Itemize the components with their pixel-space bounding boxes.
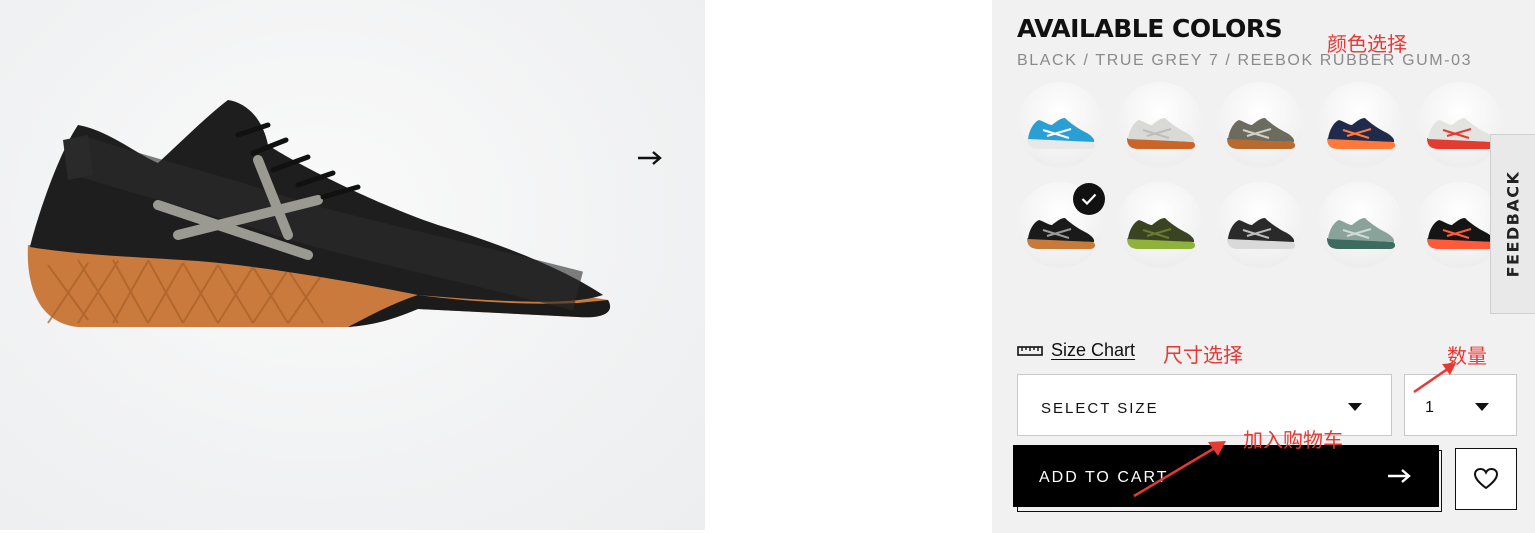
color-swatch[interactable] xyxy=(1217,82,1303,168)
color-swatch[interactable] xyxy=(1217,182,1303,268)
chevron-down-icon xyxy=(1348,403,1362,411)
annotation-arrow-icon xyxy=(1133,441,1226,498)
annotation-size-choice: 尺寸选择 xyxy=(1163,343,1243,367)
color-swatch[interactable] xyxy=(1117,82,1203,168)
product-options-panel: AVAILABLE COLORS BLACK / TRUE GREY 7 / R… xyxy=(992,0,1535,533)
feedback-tab[interactable]: FEEDBACK xyxy=(1490,134,1535,314)
available-colors-title: AVAILABLE COLORS xyxy=(1017,14,1283,43)
shoe-thumbnail-icon xyxy=(1227,218,1296,249)
quantity-value: 1 xyxy=(1425,399,1434,416)
selected-check-icon xyxy=(1073,183,1105,215)
color-swatch[interactable] xyxy=(1317,182,1403,268)
wishlist-button[interactable] xyxy=(1455,448,1517,510)
heart-icon xyxy=(1473,467,1499,490)
shoe-thumbnail-icon xyxy=(1227,118,1296,149)
product-image xyxy=(0,0,705,530)
shoe-thumbnail-icon xyxy=(1127,118,1196,149)
shoe-thumbnail-icon xyxy=(1127,218,1196,249)
shoe-thumbnail-icon xyxy=(1427,118,1496,149)
size-select-label: SELECT SIZE xyxy=(1041,400,1159,417)
size-chart-link[interactable]: Size Chart xyxy=(1017,340,1135,361)
next-image-arrow-icon[interactable] xyxy=(636,148,664,168)
content-gap xyxy=(705,0,992,533)
product-shoe-image xyxy=(27,100,611,327)
shoe-thumbnail-icon xyxy=(1327,218,1396,249)
color-swatch[interactable] xyxy=(1317,82,1403,168)
shoe-thumbnail-icon xyxy=(1427,218,1496,249)
feedback-label: FEEDBACK xyxy=(1503,170,1523,278)
color-swatch[interactable] xyxy=(1017,82,1103,168)
annotation-arrow-icon xyxy=(1413,363,1456,394)
annotation-color-choice: 颜色选择 xyxy=(1327,32,1407,56)
color-swatch[interactable] xyxy=(1117,182,1203,268)
arrow-right-icon xyxy=(1388,469,1411,483)
color-swatch-grid xyxy=(1017,82,1517,282)
shoe-thumbnail-icon xyxy=(1027,118,1096,149)
ruler-icon xyxy=(1017,345,1043,356)
chevron-down-icon xyxy=(1475,403,1489,411)
annotation-add-to-cart: 加入购物车 xyxy=(1243,428,1343,452)
shoe-thumbnail-icon xyxy=(1327,118,1396,149)
size-chart-label[interactable]: Size Chart xyxy=(1051,340,1135,361)
shoe-thumbnail-icon xyxy=(1027,218,1096,249)
